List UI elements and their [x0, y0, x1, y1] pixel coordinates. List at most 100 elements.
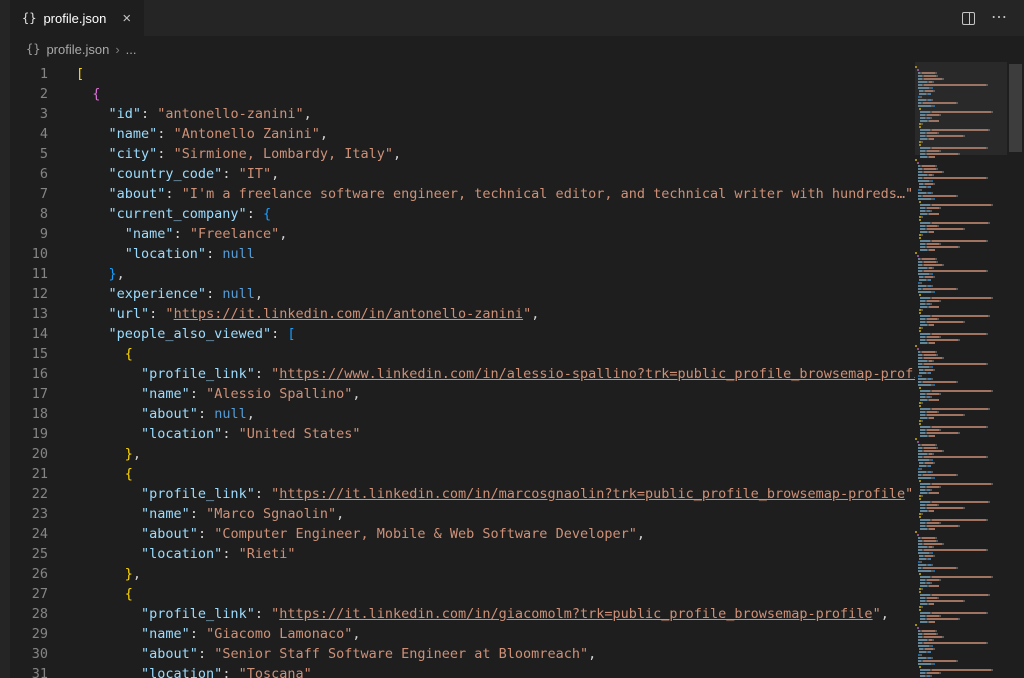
minimap-token [937, 225, 939, 227]
scrollbar-thumb[interactable] [1009, 64, 1022, 152]
minimap-token [986, 642, 988, 644]
line-number[interactable]: 15 [10, 344, 48, 364]
line-number[interactable]: 12 [10, 284, 48, 304]
code-line[interactable]: 11 }, [10, 264, 1024, 284]
token [76, 566, 125, 582]
code-line[interactable]: 20 }, [10, 444, 1024, 464]
line-number[interactable]: 1 [10, 64, 48, 84]
minimap-token [927, 225, 938, 227]
minimap-token [933, 477, 935, 479]
minimap-token [924, 264, 942, 266]
line-number[interactable]: 8 [10, 204, 48, 224]
code-line[interactable]: 18 "about": null, [10, 404, 1024, 424]
token: , [247, 406, 255, 422]
code-line[interactable]: 4 "name": "Antonello Zanini", [10, 124, 1024, 144]
minimap-token [927, 207, 939, 209]
code-line[interactable]: 25 "location": "Rieti" [10, 544, 1024, 564]
code-line[interactable]: 6 "country_code": "IT", [10, 164, 1024, 184]
line-number[interactable]: 5 [10, 144, 48, 164]
line-number[interactable]: 27 [10, 584, 48, 604]
line-number[interactable]: 11 [10, 264, 48, 284]
code-line[interactable]: 5 "city": "Sirmione, Lombardy, Italy", [10, 144, 1024, 164]
minimap-token [986, 333, 988, 335]
minimap-token [942, 264, 944, 266]
line-number[interactable]: 4 [10, 124, 48, 144]
line-number[interactable]: 26 [10, 564, 48, 584]
close-icon[interactable]: × [119, 10, 134, 27]
token [76, 646, 141, 662]
line-number[interactable]: 28 [10, 604, 48, 624]
code-line[interactable]: 9 "name": "Freelance", [10, 224, 1024, 244]
token: "about" [109, 186, 166, 202]
line-number[interactable]: 19 [10, 424, 48, 444]
line-number[interactable]: 16 [10, 364, 48, 384]
code-line[interactable]: 19 "location": "United States" [10, 424, 1024, 444]
token: " [523, 306, 531, 322]
line-number[interactable]: 13 [10, 304, 48, 324]
minimap-token [929, 528, 935, 530]
minimap-token [920, 621, 927, 623]
line-number[interactable]: 14 [10, 324, 48, 344]
line-number[interactable]: 22 [10, 484, 48, 504]
line-number[interactable]: 17 [10, 384, 48, 404]
line-number[interactable]: 10 [10, 244, 48, 264]
line-number[interactable]: 9 [10, 224, 48, 244]
code-line[interactable]: 24 "about": "Computer Engineer, Mobile &… [10, 524, 1024, 544]
code-line[interactable]: 8 "current_company": { [10, 204, 1024, 224]
line-number[interactable]: 6 [10, 164, 48, 184]
token [76, 466, 125, 482]
minimap[interactable] [915, 62, 1007, 678]
minimap-token [919, 387, 921, 389]
line-number[interactable]: 21 [10, 464, 48, 484]
more-actions-icon[interactable]: ⋯ [991, 10, 1008, 26]
minimap-slider[interactable] [915, 62, 1007, 155]
code-line[interactable]: 28 "profile_link": "https://it.linkedin.… [10, 604, 1024, 624]
code-line[interactable]: 3 "id": "antonello-zanini", [10, 104, 1024, 124]
code-line[interactable]: 16 "profile_link": "https://www.linkedin… [10, 364, 1024, 384]
breadcrumb-item-symbol[interactable]: ... [126, 42, 137, 57]
code-line[interactable]: 10 "location": null [10, 244, 1024, 264]
code-line[interactable]: 2 { [10, 84, 1024, 104]
code-line[interactable]: 7 "about": "I'm a freelance software eng… [10, 184, 1024, 204]
line-number[interactable]: 3 [10, 104, 48, 124]
minimap-token [920, 408, 930, 410]
token: { [263, 206, 271, 222]
line-number[interactable]: 30 [10, 644, 48, 664]
breadcrumb-item-file[interactable]: profile.json [46, 42, 109, 57]
scrollbar[interactable] [1007, 62, 1024, 678]
code-line[interactable]: 14 "people_also_viewed": [ [10, 324, 1024, 344]
token: : [247, 206, 263, 222]
line-number[interactable]: 23 [10, 504, 48, 524]
line-number[interactable]: 24 [10, 524, 48, 544]
line-number[interactable]: 7 [10, 184, 48, 204]
minimap-token [931, 645, 933, 647]
editor[interactable]: 1[2 {3 "id": "antonello-zanini",4 "name"… [10, 62, 1024, 678]
code-line[interactable]: 15 { [10, 344, 1024, 364]
minimap-token [922, 351, 934, 353]
line-number[interactable]: 31 [10, 664, 48, 678]
code-line[interactable]: 31 "location": "Toscana" [10, 664, 1024, 678]
code-line[interactable]: 29 "name": "Giacomo Lamonaco", [10, 624, 1024, 644]
line-number[interactable]: 2 [10, 84, 48, 104]
code-line[interactable]: 21 { [10, 464, 1024, 484]
code-line[interactable]: 22 "profile_link": "https://it.linkedin.… [10, 484, 1024, 504]
line-number[interactable]: 25 [10, 544, 48, 564]
token: "location" [141, 426, 222, 442]
line-number[interactable]: 20 [10, 444, 48, 464]
tab-profile-json[interactable]: {} profile.json × [10, 0, 144, 36]
code-line[interactable]: 12 "experience": null, [10, 284, 1024, 304]
minimap-token [919, 423, 921, 425]
code-line[interactable]: 17 "name": "Alessio Spallino", [10, 384, 1024, 404]
split-editor-icon[interactable] [962, 12, 975, 25]
code-line[interactable]: 1[ [10, 64, 1024, 84]
token: "Marco Sgnaolin" [206, 506, 336, 522]
code-line[interactable]: 30 "about": "Senior Staff Software Engin… [10, 644, 1024, 664]
code-line[interactable]: 13 "url": "https://it.linkedin.com/in/an… [10, 304, 1024, 324]
line-number[interactable]: 18 [10, 404, 48, 424]
line-number[interactable]: 29 [10, 624, 48, 644]
token: "profile_link" [141, 366, 255, 382]
code-line[interactable]: 26 }, [10, 564, 1024, 584]
code-line[interactable]: 27 { [10, 584, 1024, 604]
token: , [133, 446, 141, 462]
code-line[interactable]: 23 "name": "Marco Sgnaolin", [10, 504, 1024, 524]
